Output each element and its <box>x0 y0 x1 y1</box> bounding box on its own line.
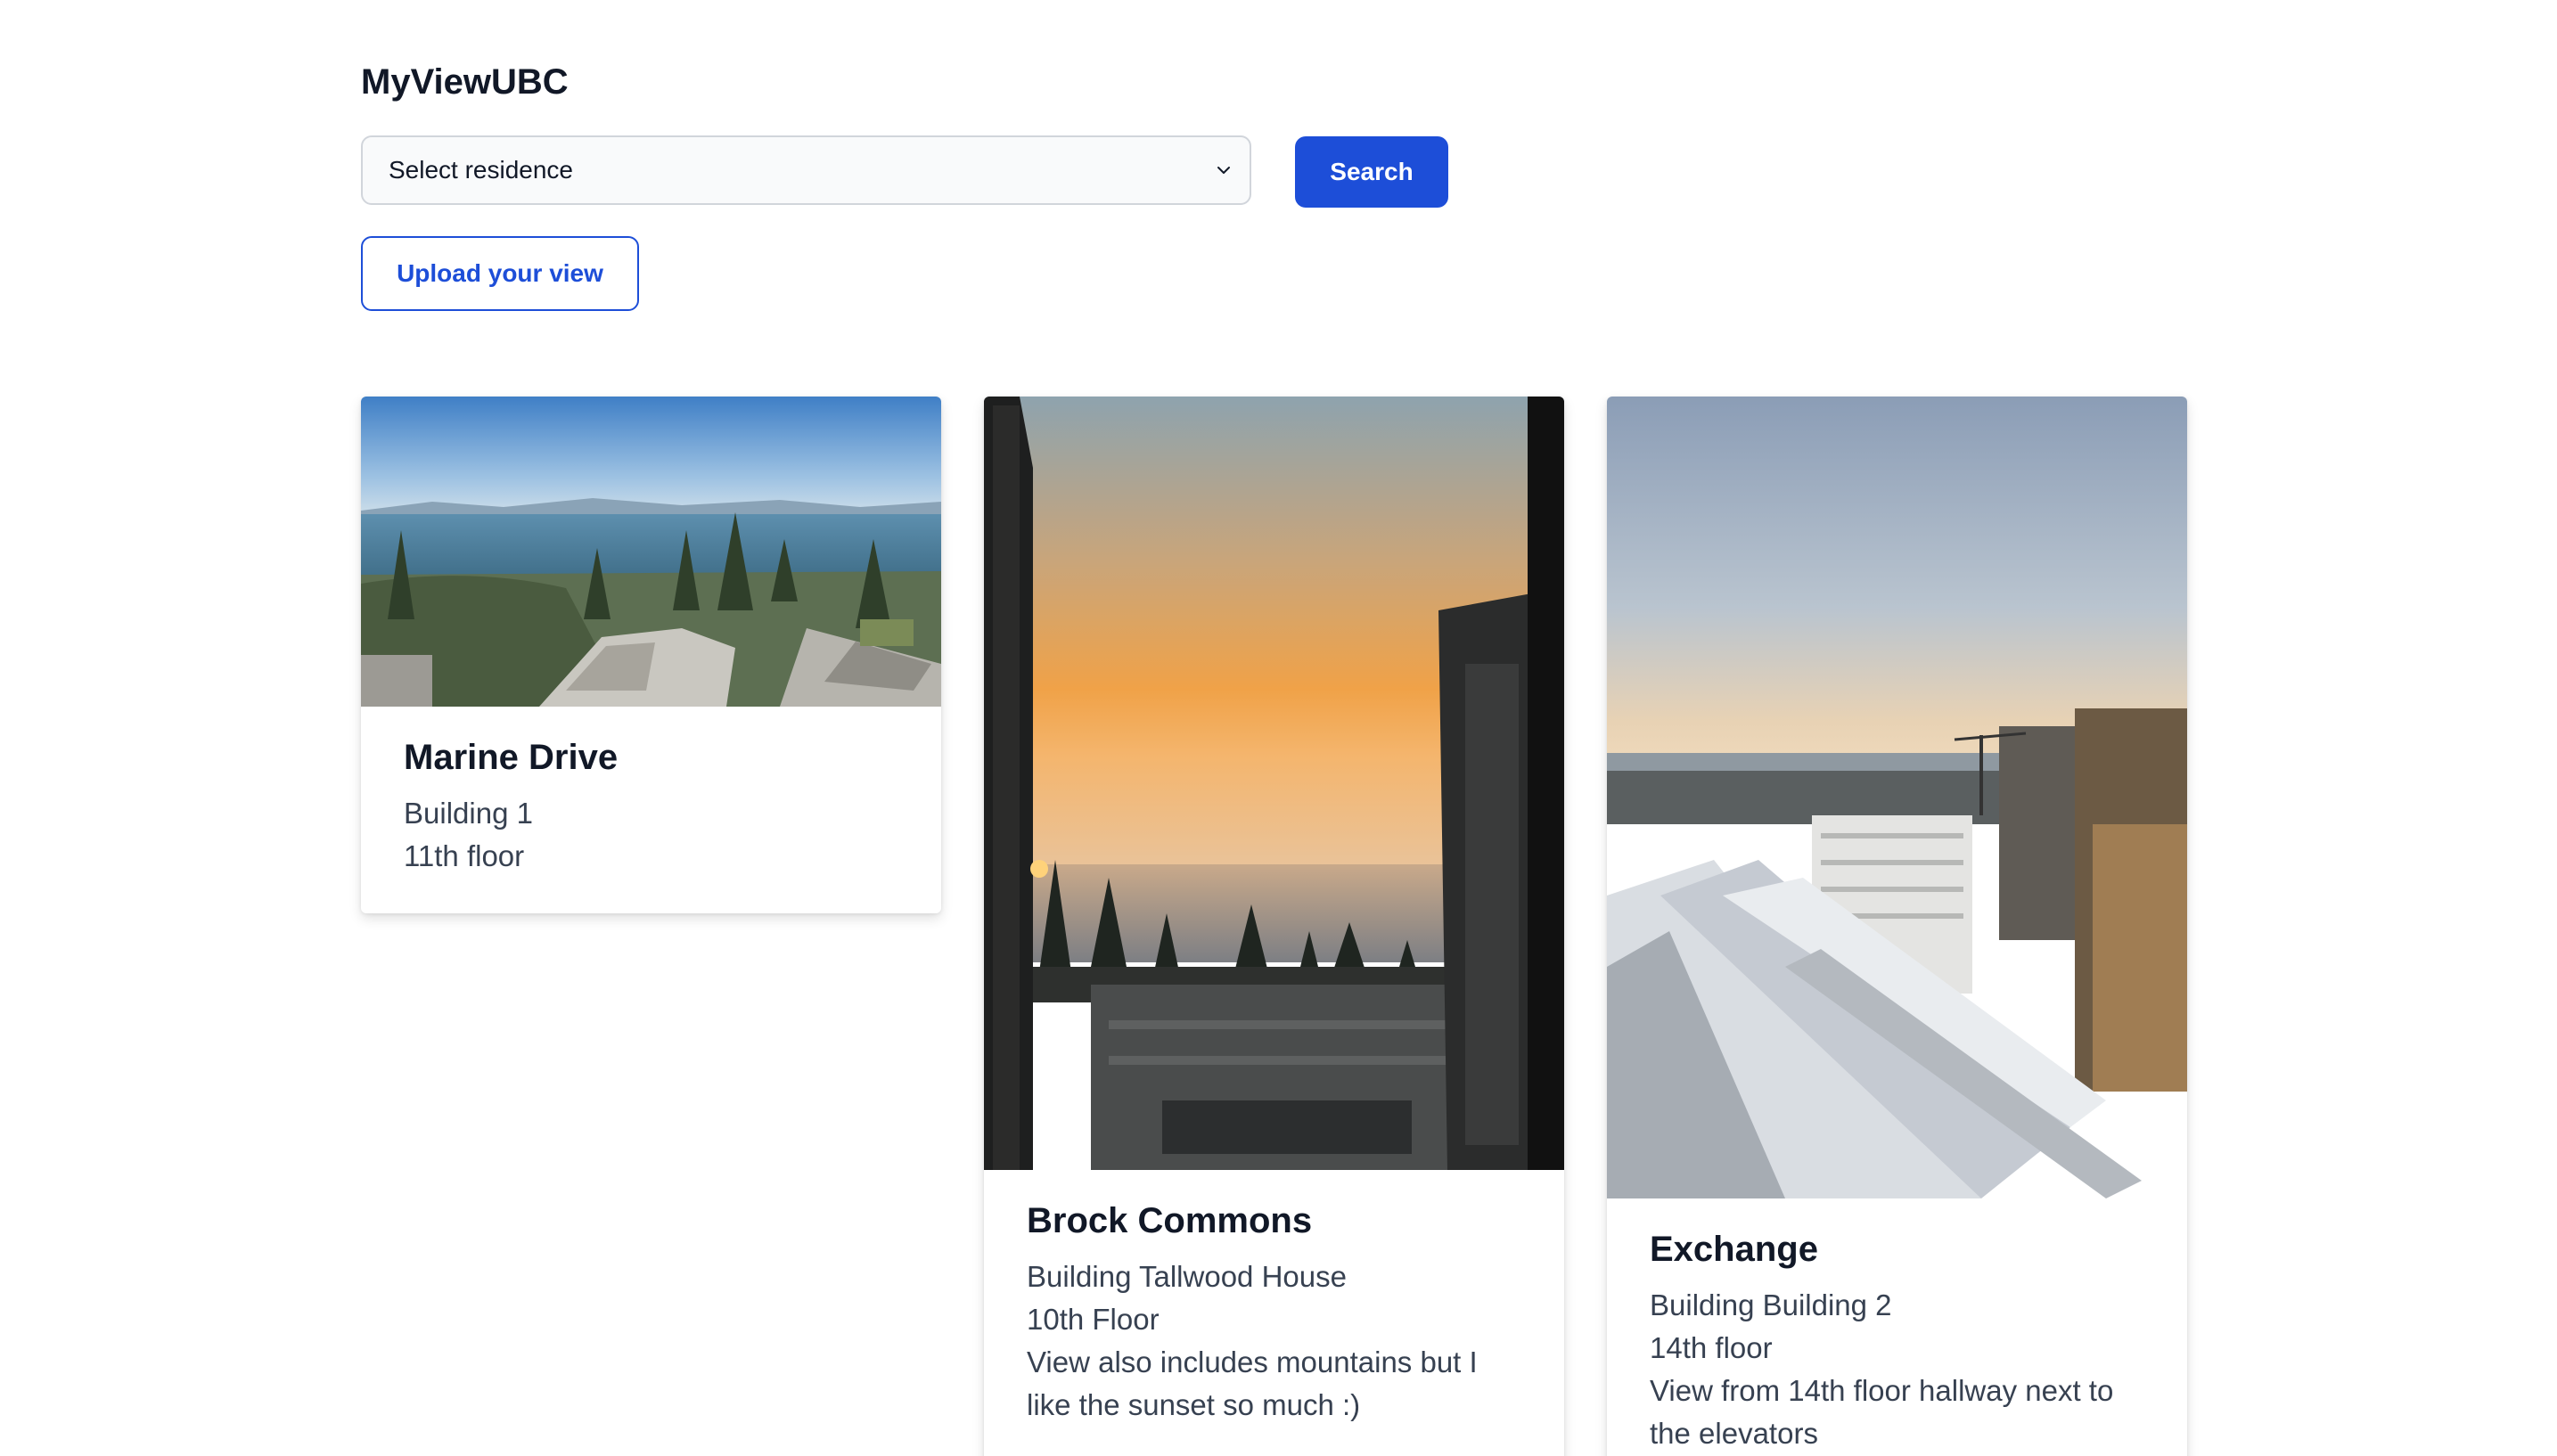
upload-view-button[interactable]: Upload your view <box>361 236 639 311</box>
snowy-rooftop-view-photo <box>1607 397 2187 1198</box>
card-floor: 11th floor <box>404 839 525 872</box>
card-title: Exchange <box>1650 1230 1818 1269</box>
sunset-view-photo <box>984 397 1564 1170</box>
card-floor: 10th Floor <box>1027 1303 1160 1336</box>
search-button[interactable]: Search <box>1295 136 1448 208</box>
card-description: like the sunset so much :) <box>1027 1388 1361 1421</box>
card-building: Building Tallwood House <box>1027 1260 1347 1293</box>
card-description: the elevators <box>1650 1417 1818 1450</box>
card-title: Brock Commons <box>1027 1201 1313 1240</box>
card-title: Marine Drive <box>404 738 619 777</box>
card-description: View also includes mountains but I <box>1027 1346 1478 1378</box>
card-building: Building Building 2 <box>1650 1288 1892 1321</box>
residence-card[interactable]: Exchange Building Building 2 14th floor … <box>1607 397 2187 1456</box>
page: MyViewUBC Select residence Search Upload… <box>0 0 2557 1456</box>
residence-select-value: Select residence <box>389 156 574 184</box>
card-building: Building 1 <box>404 797 533 830</box>
card-floor: 14th floor <box>1650 1331 1773 1364</box>
app-title: MyViewUBC <box>361 62 569 102</box>
chevron-down-icon <box>1217 167 1230 174</box>
residence-select[interactable]: Select residence <box>361 135 1251 205</box>
ocean-view-photo <box>361 397 941 707</box>
card-description: View from 14th floor hallway next to <box>1650 1374 2114 1407</box>
residence-card[interactable]: Marine Drive Building 1 11th floor <box>361 397 941 913</box>
residence-card[interactable]: Brock Commons Building Tallwood House 10… <box>984 397 1564 1456</box>
